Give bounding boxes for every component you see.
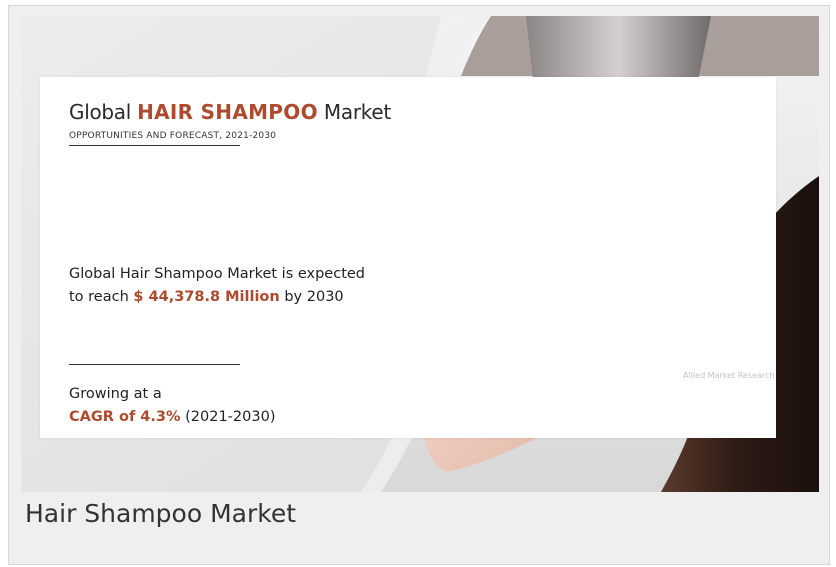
panel-subtitle: OPPORTUNITIES AND FORECAST, 2021-2030 bbox=[69, 131, 277, 141]
image-card: Global HAIR SHAMPOO Market OPPORTUNITIES… bbox=[8, 5, 830, 565]
divider bbox=[69, 364, 240, 365]
market-value-statement: Global Hair Shampoo Market is expected t… bbox=[69, 263, 369, 309]
stat2-value: CAGR of 4.3% bbox=[69, 409, 181, 425]
title-prefix: Global bbox=[69, 100, 138, 124]
title-highlight: HAIR SHAMPOO bbox=[137, 100, 318, 124]
divider bbox=[69, 145, 240, 146]
infographic-image[interactable]: Global HAIR SHAMPOO Market OPPORTUNITIES… bbox=[21, 16, 819, 492]
cagr-statement: Growing at a CAGR of 4.3% (2021-2030) bbox=[69, 383, 369, 429]
stat2-suffix: (2021-2030) bbox=[180, 409, 276, 425]
title-suffix: Market bbox=[317, 100, 391, 124]
image-caption: Hair Shampoo Market bbox=[25, 499, 297, 528]
infographic-panel: Global HAIR SHAMPOO Market OPPORTUNITIES… bbox=[40, 77, 776, 438]
stat2-text: Growing at a bbox=[69, 386, 162, 402]
stat1-value: $ 44,378.8 Million bbox=[133, 289, 280, 305]
watermark-logo: Allied Market Research bbox=[683, 371, 775, 380]
panel-title: Global HAIR SHAMPOO Market bbox=[69, 100, 391, 124]
stat1-suffix: by 2030 bbox=[279, 289, 344, 305]
